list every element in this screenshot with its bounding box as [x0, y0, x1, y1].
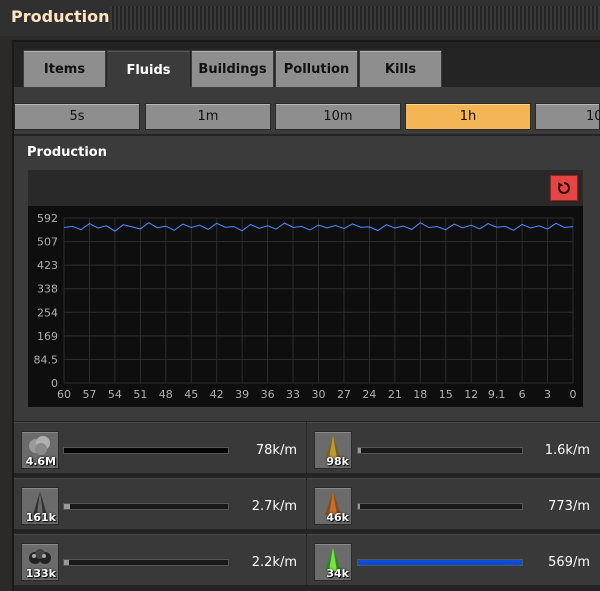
rate-value: 78k/m: [255, 443, 297, 458]
x-tick-label: 12: [464, 388, 478, 401]
drag-handle[interactable]: [110, 6, 600, 30]
item-count: 46k: [326, 511, 349, 524]
rate-value: 2.7k/m: [251, 499, 297, 514]
chart-y-ticks: 59250742333825416984.50: [34, 212, 59, 390]
item-count: 161k: [25, 511, 56, 524]
rate-bar: [357, 447, 523, 454]
x-tick-label: 45: [184, 388, 198, 401]
time-button-10h[interactable]: 10: [535, 103, 600, 130]
item-count: 98k: [326, 455, 349, 468]
y-tick-label: 423: [37, 259, 58, 272]
rate-bar-fill: [64, 504, 70, 509]
x-tick-label: 27: [337, 388, 351, 401]
rate-bar-fill: [358, 504, 360, 509]
rate-bar-fill: [64, 560, 69, 565]
item-slot-water[interactable]: 133k: [21, 543, 59, 581]
x-tick-label: 18: [413, 388, 427, 401]
time-button-1h[interactable]: 1h: [405, 103, 531, 130]
title-bar[interactable]: Production: [0, 0, 600, 36]
window-title: Production: [11, 7, 110, 26]
item-slot-steam[interactable]: 4.6M: [21, 431, 59, 469]
x-tick-label: 6: [519, 388, 526, 401]
rate-bar-fill: [358, 448, 362, 453]
item-count: 133k: [25, 567, 56, 580]
y-tick-label: 507: [37, 236, 58, 249]
time-button-10m[interactable]: 10m: [275, 103, 401, 130]
y-tick-label: 169: [37, 330, 58, 343]
chart-grid: [63, 217, 574, 384]
x-tick-label: 48: [159, 388, 173, 401]
x-tick-label: 39: [235, 388, 249, 401]
graph-heading: Production: [27, 145, 107, 160]
time-button-5s[interactable]: 5s: [14, 103, 140, 130]
x-tick-label: 42: [210, 388, 224, 401]
y-tick-label: 254: [37, 306, 58, 319]
tab-kills[interactable]: Kills: [359, 50, 442, 88]
reset-icon: [558, 182, 570, 194]
rate-bar-fill: [64, 448, 228, 453]
x-tick-label: 30: [312, 388, 326, 401]
x-tick-label: 9.1: [488, 388, 506, 401]
time-button-1m[interactable]: 1m: [145, 103, 271, 130]
tab-fluids[interactable]: Fluids: [107, 50, 190, 90]
x-tick-label: 24: [362, 388, 376, 401]
item-slot-crude-oil[interactable]: 98k: [314, 431, 352, 469]
x-tick-label: 21: [388, 388, 402, 401]
x-tick-label: 0: [570, 388, 577, 401]
reset-graph-button[interactable]: [550, 175, 578, 201]
rate-bar-fill: [358, 560, 522, 565]
tab-buildings[interactable]: Buildings: [191, 50, 274, 88]
production-chart: 59250742333825416984.50 60 57 54 51 48 45 42 39…: [28, 206, 583, 407]
x-tick-label: 15: [439, 388, 453, 401]
x-tick-label: 54: [108, 388, 122, 401]
x-tick-label: 36: [261, 388, 275, 401]
graph-header-strip: [28, 170, 583, 206]
item-slot-petroleum-gas[interactable]: 161k: [21, 487, 59, 525]
tab-items[interactable]: Items: [23, 50, 106, 88]
rate-value: 2.2k/m: [251, 555, 297, 570]
x-tick-label: 57: [82, 388, 96, 401]
item-slot-heavy-oil[interactable]: 46k: [314, 487, 352, 525]
y-tick-label: 592: [37, 212, 58, 225]
item-count: 4.6M: [25, 455, 56, 468]
rate-value: 1.6k/m: [544, 443, 590, 458]
item-count: 34k: [326, 567, 349, 580]
rate-bar: [63, 503, 229, 510]
tab-pollution[interactable]: Pollution: [275, 50, 358, 88]
x-tick-label: 60: [57, 388, 71, 401]
x-tick-label: 3: [544, 388, 551, 401]
chart-x-ticks: 60 57 54 51 48 45 42 39 36 33 30 27 24 21 18 15 12 9.1 6 3 0: [57, 388, 577, 401]
x-tick-label: 51: [133, 388, 147, 401]
rate-bar: [357, 503, 523, 510]
y-tick-label: 338: [37, 283, 58, 296]
rate-bar: [63, 447, 229, 454]
y-tick-label: 84.5: [34, 353, 59, 366]
x-tick-label: 33: [286, 388, 300, 401]
item-slot-sulfuric-acid[interactable]: 34k: [314, 543, 352, 581]
rate-bar: [357, 559, 523, 566]
rate-value: 569/m: [548, 555, 590, 570]
rate-value: 773/m: [548, 499, 590, 514]
rate-bar: [63, 559, 229, 566]
